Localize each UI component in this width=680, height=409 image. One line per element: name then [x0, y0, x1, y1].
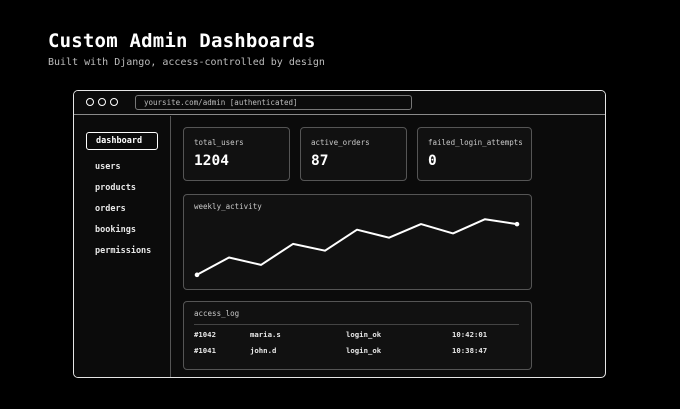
sidebar-item-permissions[interactable]: permissions — [95, 246, 151, 256]
sidebar-item-dashboard[interactable]: dashboard — [86, 132, 158, 150]
stat-value: 0 — [428, 153, 437, 169]
window-minimize-dot-icon[interactable] — [98, 98, 106, 106]
access-log-divider — [194, 324, 519, 325]
log-row-event: login_ok — [346, 346, 382, 355]
browser-window: yoursite.com/admin [authenticated] dashb… — [73, 90, 606, 378]
page-subtitle: Built with Django, access-controlled by … — [48, 57, 325, 68]
sidebar: dashboard users products orders bookings… — [74, 116, 171, 377]
log-row-user: maria.s — [250, 330, 281, 339]
access-log-panel: access_log #1042 maria.s login_ok 10:42:… — [183, 301, 532, 370]
stat-label: active_orders — [311, 138, 370, 147]
browser-titlebar: yoursite.com/admin [authenticated] — [74, 91, 605, 115]
activity-series-line — [196, 218, 518, 276]
address-bar[interactable]: yoursite.com/admin [authenticated] — [135, 95, 412, 110]
log-row-time: 10:38:47 — [452, 346, 488, 355]
stat-value: 87 — [311, 153, 329, 169]
log-row-time: 10:42:01 — [452, 330, 488, 339]
stat-card-total-users: total_users 1204 — [183, 127, 290, 181]
weekly-activity-panel: weekly_activity — [183, 194, 532, 290]
log-row-id: #1041 — [194, 346, 216, 355]
stat-label: failed_login_attempts — [428, 138, 523, 147]
log-row-id: #1042 — [194, 330, 216, 339]
stat-card-failed-login-attempts: failed_login_attempts 0 — [417, 127, 532, 181]
stat-label: total_users — [194, 138, 244, 147]
log-row-user: john.d — [250, 346, 277, 355]
stat-card-active-orders: active_orders 87 — [300, 127, 407, 181]
window-close-dot-icon[interactable] — [86, 98, 94, 106]
stat-value: 1204 — [194, 153, 229, 169]
page-title: Custom Admin Dashboards — [48, 30, 316, 52]
sidebar-item-bookings[interactable]: bookings — [95, 225, 136, 235]
sidebar-item-users[interactable]: users — [95, 162, 121, 172]
activity-data-point — [514, 221, 520, 227]
window-maximize-dot-icon[interactable] — [110, 98, 118, 106]
activity-data-point — [194, 272, 200, 278]
access-log-title: access_log — [194, 309, 240, 318]
weekly-activity-chart — [194, 218, 520, 278]
log-row-event: login_ok — [346, 330, 382, 339]
sidebar-item-orders[interactable]: orders — [95, 204, 126, 214]
sidebar-item-products[interactable]: products — [95, 183, 136, 193]
